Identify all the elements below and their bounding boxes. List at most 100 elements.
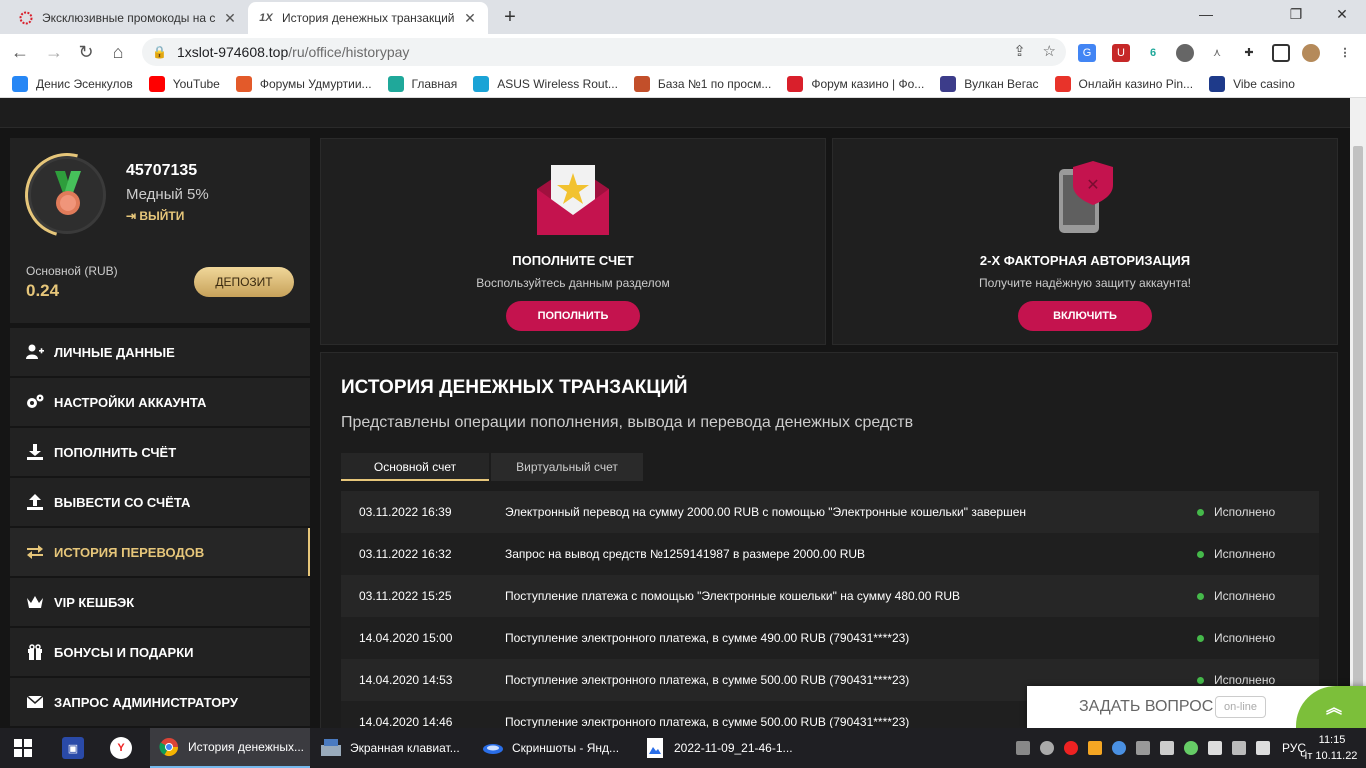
reload-icon[interactable]: ↻ bbox=[74, 40, 98, 64]
adobe-extension-icon[interactable]: ⋏ bbox=[1208, 44, 1226, 62]
tray-chrome-icon[interactable] bbox=[1111, 741, 1126, 755]
scrollbar-thumb[interactable] bbox=[1353, 146, 1363, 726]
casino-favicon-icon bbox=[18, 10, 34, 26]
sidebar-toggle-icon[interactable] bbox=[1272, 44, 1290, 62]
tray-yandex-icon[interactable] bbox=[1063, 741, 1078, 755]
tab-main-account[interactable]: Основной счет bbox=[341, 453, 489, 481]
vulkan-icon bbox=[940, 75, 957, 92]
volume-icon[interactable] bbox=[1255, 741, 1270, 755]
browser-tab-history[interactable]: 1X История денежных транзакций ✕ bbox=[248, 2, 488, 34]
shield-extension-icon[interactable]: U bbox=[1112, 44, 1130, 62]
bookmarks-bar: Денис Эсенкулов YouTube Форумы Удмуртии...… bbox=[0, 70, 1366, 98]
image-icon bbox=[644, 737, 666, 759]
share-icon[interactable]: ⇪ bbox=[1013, 43, 1026, 60]
status-dot-icon bbox=[1197, 634, 1204, 642]
sidebar-item-upload[interactable]: Вывести со счёта bbox=[10, 476, 310, 526]
close-tab-icon[interactable]: ✕ bbox=[222, 10, 238, 27]
bookmark-item[interactable]: Форум казино | Фо... bbox=[787, 75, 924, 92]
bookmark-item[interactable]: Форумы Удмуртии... bbox=[235, 75, 372, 92]
logout-icon: ⇥ bbox=[126, 209, 140, 223]
star-bookmark-icon[interactable]: ☆ bbox=[1043, 43, 1056, 60]
profile-avatar-icon[interactable] bbox=[1302, 44, 1320, 62]
status-dot-icon bbox=[1197, 676, 1204, 684]
browser-tab-promocodes[interactable]: Эксклюзивные промокоды на с ✕ bbox=[8, 2, 248, 34]
tray-network-icon[interactable] bbox=[1159, 741, 1174, 755]
bookmark-item[interactable]: Главная bbox=[387, 75, 457, 92]
transaction-date: 03.11.2022 15:25 bbox=[359, 589, 452, 603]
forward-arrow-icon[interactable]: → bbox=[42, 40, 66, 64]
tray-vpn-icon[interactable] bbox=[1039, 741, 1054, 755]
maximize-window-button[interactable]: ❐ bbox=[1276, 6, 1316, 23]
sidebar-item-crown[interactable]: VIP кешбэк bbox=[10, 576, 310, 626]
kebab-menu-icon[interactable]: ⋮ bbox=[1336, 44, 1354, 62]
card-title: ПОПОЛНИТЕ СЧЕТ bbox=[512, 253, 634, 268]
sidebar-item-mail[interactable]: Запрос администратору bbox=[10, 676, 310, 726]
bookmark-item[interactable]: База №1 по просм... bbox=[633, 75, 771, 92]
tab-virtual-account[interactable]: Виртуальный счет bbox=[491, 453, 643, 481]
sidebar-item-user-add[interactable]: Личные данные bbox=[10, 326, 310, 376]
taskbar-app-label: Скриншоты - Янд... bbox=[512, 741, 620, 755]
sidebar-item-gift[interactable]: Бонусы и подарки bbox=[10, 626, 310, 676]
enable-2fa-button[interactable]: ВКЛЮЧИТЬ bbox=[1018, 301, 1152, 331]
six-extension-icon[interactable]: 6 bbox=[1144, 44, 1162, 62]
taskbar-app-yandex-disk[interactable]: Скриншоты - Янд... bbox=[474, 728, 634, 768]
ask-question-chat-widget[interactable]: ЗАДАТЬ ВОПРОС on-line ︽ bbox=[1027, 686, 1366, 728]
wifi-icon[interactable] bbox=[1231, 741, 1246, 755]
bookmark-item[interactable]: ASUS Wireless Rout... bbox=[473, 75, 618, 92]
sidebar-item-gears[interactable]: Настройки аккаунта bbox=[10, 376, 310, 426]
transaction-description: Поступление электронного платежа, в сумм… bbox=[505, 673, 910, 687]
chat-label: ЗАДАТЬ ВОПРОС bbox=[1079, 698, 1214, 715]
account-level: Медный 5% bbox=[126, 186, 209, 203]
table-row: 03.11.2022 16:32 Запрос на вывод средств … bbox=[341, 533, 1319, 575]
translate-extension-icon[interactable]: G bbox=[1078, 44, 1096, 62]
new-tab-button[interactable]: + bbox=[498, 6, 522, 29]
tab-title: История денежных транзакций bbox=[282, 11, 455, 25]
bookmark-item[interactable]: Вулкан Вегас bbox=[940, 75, 1039, 92]
tray-settings-icon[interactable] bbox=[1135, 741, 1150, 755]
sidebar-item-download[interactable]: Пополнить счёт bbox=[10, 426, 310, 476]
transaction-date: 14.04.2020 14:46 bbox=[359, 715, 453, 728]
sidebar-item-label: Запрос администратору bbox=[54, 694, 238, 710]
yandex-browser-icon[interactable]: Y bbox=[110, 728, 140, 768]
deposit-button[interactable]: ДЕПОЗИТ bbox=[194, 267, 294, 297]
taskbar-app-chrome[interactable]: История денежных... bbox=[150, 728, 310, 768]
start-button[interactable] bbox=[14, 728, 32, 768]
home-icon[interactable]: ⌂ bbox=[106, 40, 130, 64]
bookmark-label: Vibe casino bbox=[1233, 76, 1295, 91]
transaction-description: Поступление платежа с помощью "Электронн… bbox=[505, 589, 961, 603]
status-dot-icon bbox=[1197, 550, 1204, 558]
transaction-date: 14.04.2020 15:00 bbox=[359, 631, 453, 645]
battery-icon[interactable] bbox=[1207, 741, 1222, 755]
page-scrollbar[interactable] bbox=[1350, 98, 1366, 728]
taskbar-app-keyboard[interactable]: Экранная клавиат... bbox=[312, 728, 472, 768]
youtube-icon bbox=[148, 75, 165, 92]
crown-icon bbox=[26, 593, 44, 611]
floppy-app-icon[interactable]: ▣ bbox=[62, 728, 92, 768]
sidebar-item-transfer[interactable]: История переводов bbox=[10, 526, 310, 576]
taskbar-app-image[interactable]: 2022-11-09_21-46-1... bbox=[636, 728, 796, 768]
vpn-extension-icon[interactable] bbox=[1176, 44, 1194, 62]
system-tray: РУС bbox=[1006, 728, 1306, 768]
close-window-button[interactable]: ✕ bbox=[1322, 6, 1362, 23]
svg-text:✕: ✕ bbox=[1086, 175, 1099, 194]
puzzle-extensions-icon[interactable]: ✚ bbox=[1240, 44, 1258, 62]
bookmark-item[interactable]: Денис Эсенкулов bbox=[12, 75, 133, 92]
yandex-disk-icon bbox=[482, 737, 504, 759]
taskbar-app-label: История денежных... bbox=[188, 740, 304, 754]
close-tab-icon[interactable]: ✕ bbox=[462, 10, 478, 27]
logout-link[interactable]: ⇥ ВЫЙТИ bbox=[126, 209, 184, 223]
tray-notify-icon[interactable] bbox=[1087, 741, 1102, 755]
back-arrow-icon[interactable]: ← bbox=[8, 40, 32, 64]
tray-update-icon[interactable] bbox=[1183, 741, 1198, 755]
tray-app-icon[interactable] bbox=[1015, 741, 1030, 755]
site-header-strip bbox=[0, 98, 1350, 128]
bookmark-item[interactable]: YouTube bbox=[148, 75, 220, 92]
minimize-window-button[interactable]: — bbox=[1186, 6, 1226, 22]
address-bar[interactable]: 🔒 1xslot-974608.top/ru/office/historypay… bbox=[142, 38, 1066, 66]
bookmark-item[interactable]: Vibe casino bbox=[1209, 75, 1295, 92]
clock[interactable]: 11:15 Чт 10.11.22 bbox=[1300, 732, 1357, 764]
status-badge: Исполнено bbox=[1197, 547, 1319, 561]
deposit-now-button[interactable]: ПОПОЛНИТЬ bbox=[506, 301, 640, 331]
browser-toolbar: ← → ↻ ⌂ 🔒 1xslot-974608.top/ru/office/hi… bbox=[0, 34, 1366, 70]
bookmark-item[interactable]: Онлайн казино Pin... bbox=[1054, 75, 1193, 92]
